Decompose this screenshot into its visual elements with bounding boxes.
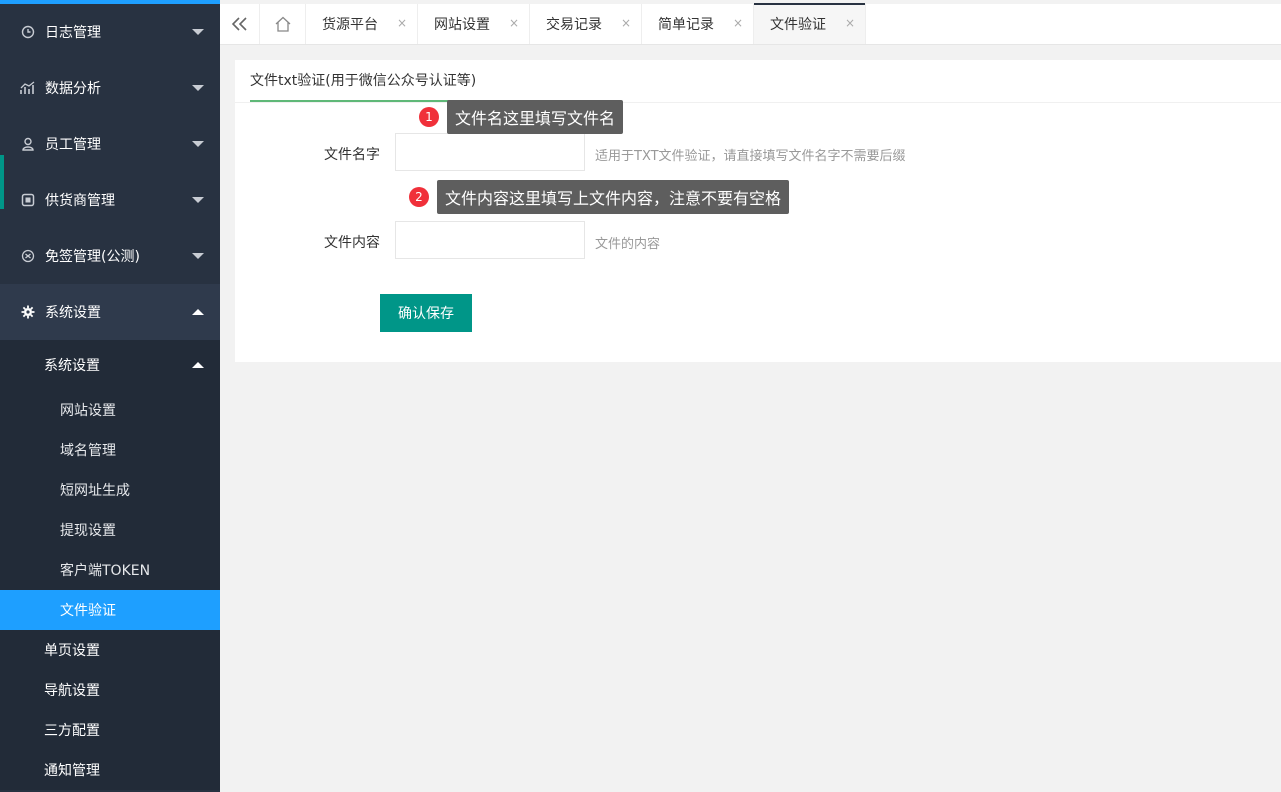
annotation-number: 2: [409, 187, 429, 207]
menu-item-single-page[interactable]: 单页设置: [0, 630, 220, 670]
tab-website-settings[interactable]: 网站设置 ×: [418, 4, 530, 44]
tab-label: 交易记录: [546, 17, 602, 33]
submenu-head-system[interactable]: 系统设置: [0, 340, 220, 390]
menu-item-navigation[interactable]: 导航设置: [0, 670, 220, 710]
menu-label: 员工管理: [45, 137, 101, 153]
close-icon[interactable]: ×: [845, 16, 855, 30]
file-content-label: 文件内容: [324, 235, 380, 251]
clock-icon: [20, 24, 36, 40]
chevron-down-icon: [192, 85, 204, 91]
tab-simple-records[interactable]: 简单记录 ×: [642, 4, 754, 44]
card-tab-title[interactable]: 文件txt验证(用于微信公众号认证等): [250, 60, 476, 102]
tab-label: 简单记录: [658, 17, 714, 33]
sidebar-scroll-indicator: [0, 155, 4, 209]
annotation-2: 2 文件内容这里填写上文件内容，注意不要有空格: [409, 180, 790, 214]
menu-label: 单页设置: [44, 643, 100, 659]
sidebar: 日志管理 数据分析 员工管理 供货商管理 免签管理(公测) 系统设置 系统设置 …: [0, 0, 220, 792]
sub-item-short-url[interactable]: 短网址生成: [0, 470, 220, 510]
card-divider: [235, 102, 1281, 103]
menu-label: 供货商管理: [45, 193, 115, 209]
tab-label: 网站设置: [434, 17, 490, 33]
tab-file-verify[interactable]: 文件验证 ×: [754, 3, 866, 44]
chevron-down-icon: [192, 29, 204, 35]
badge-icon: [20, 248, 36, 264]
menu-label: 日志管理: [45, 25, 101, 41]
annotation-1: 1 文件名这里填写文件名: [419, 100, 624, 134]
gear-icon: [20, 304, 36, 320]
sub-item-client-token[interactable]: 客户端TOKEN: [0, 550, 220, 590]
tab-label: 货源平台: [322, 17, 378, 33]
tab-label: 文件验证: [770, 17, 826, 33]
submenu-head-label: 系统设置: [44, 358, 100, 374]
chevron-down-icon: [192, 141, 204, 147]
annotation-text: 文件名这里填写文件名: [447, 100, 624, 134]
user-icon: [20, 136, 36, 152]
close-icon[interactable]: ×: [733, 16, 743, 30]
menu-label: 数据分析: [45, 81, 101, 97]
chevron-up-icon: [192, 309, 204, 315]
sub-item-website-settings[interactable]: 网站设置: [0, 390, 220, 430]
annotation-text: 文件内容这里填写上文件内容，注意不要有空格: [437, 180, 790, 214]
file-name-hint: 适用于TXT文件验证，请直接填写文件名字不需要后缀: [595, 149, 906, 164]
chevron-down-icon: [192, 253, 204, 259]
menu-label: 通知管理: [44, 763, 100, 779]
menu-item-free-sign[interactable]: 免签管理(公测): [0, 228, 220, 284]
menu-item-staff[interactable]: 员工管理: [0, 116, 220, 172]
sub-item-withdraw[interactable]: 提现设置: [0, 510, 220, 550]
menu-item-third-party[interactable]: 三方配置: [0, 710, 220, 750]
close-icon[interactable]: ×: [621, 16, 631, 30]
menu-label: 免签管理(公测): [45, 249, 140, 265]
tab-bar: 货源平台 × 网站设置 × 交易记录 × 简单记录 × 文件验证 ×: [220, 3, 1281, 45]
chevron-down-icon: [192, 197, 204, 203]
tab-trade-records[interactable]: 交易记录 ×: [530, 4, 642, 44]
home-icon[interactable]: [260, 4, 306, 44]
menu-label: 导航设置: [44, 683, 100, 699]
file-content-input[interactable]: [395, 221, 585, 259]
file-name-label: 文件名字: [324, 147, 380, 163]
sub-item-file-verify[interactable]: 文件验证: [0, 590, 220, 630]
collapse-sidebar-icon[interactable]: [220, 4, 260, 44]
supplier-icon: [20, 192, 36, 208]
menu-label: 系统设置: [45, 305, 101, 321]
close-icon[interactable]: ×: [509, 16, 519, 30]
chevron-up-icon: [192, 362, 204, 368]
tab-source-platform[interactable]: 货源平台 ×: [306, 4, 418, 44]
menu-item-supplier[interactable]: 供货商管理: [0, 172, 220, 228]
menu-item-analytics[interactable]: 数据分析: [0, 60, 220, 116]
menu-label: 三方配置: [44, 723, 100, 739]
save-button[interactable]: 确认保存: [380, 294, 472, 332]
sub-item-domain[interactable]: 域名管理: [0, 430, 220, 470]
annotation-number: 1: [419, 107, 439, 127]
menu-item-notify[interactable]: 通知管理: [0, 750, 220, 790]
close-icon[interactable]: ×: [397, 16, 407, 30]
file-name-input[interactable]: [395, 133, 585, 171]
menu-item-log[interactable]: 日志管理: [0, 4, 220, 60]
file-content-hint: 文件的内容: [595, 237, 661, 252]
chart-icon: [20, 80, 36, 96]
menu-item-system[interactable]: 系统设置: [0, 284, 220, 340]
